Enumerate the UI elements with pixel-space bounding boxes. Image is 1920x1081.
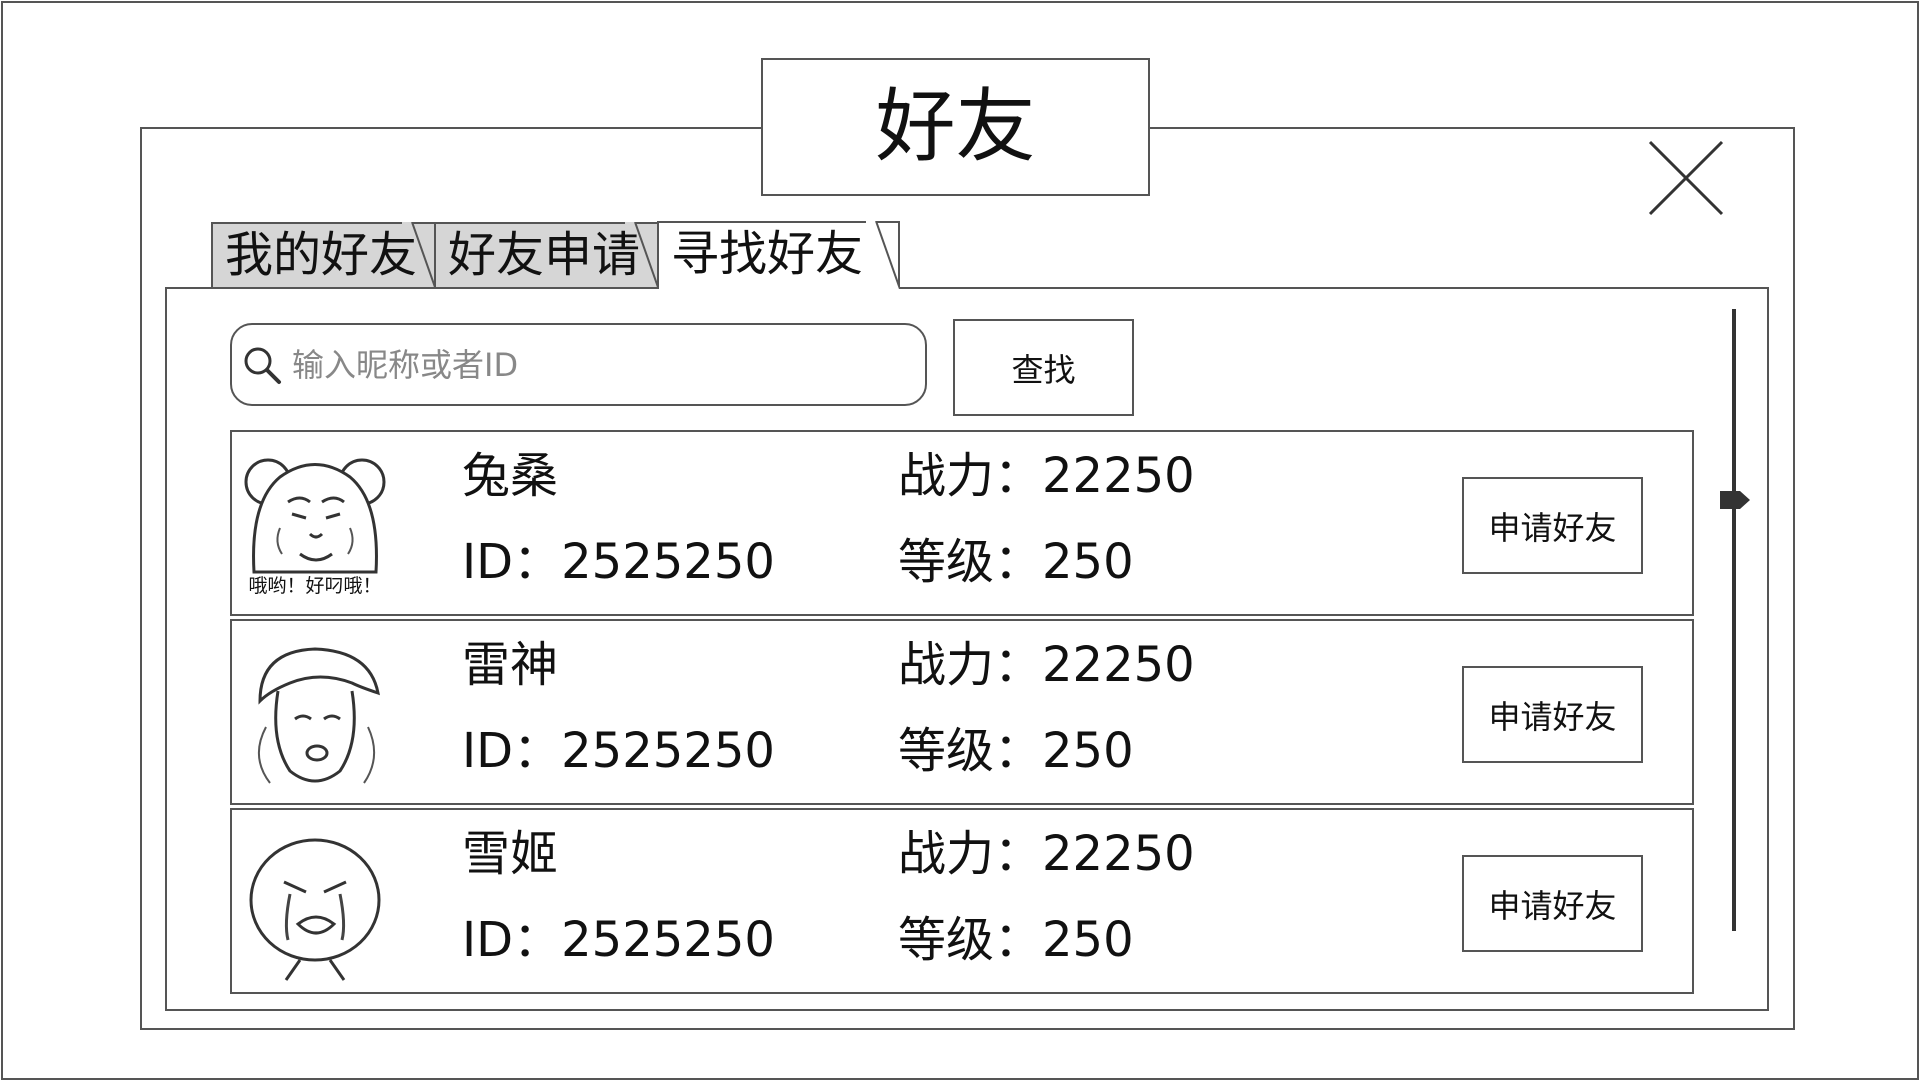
tab-label: 寻找好友 xyxy=(671,226,864,282)
tab-label: 我的好友 xyxy=(225,227,418,283)
find-button[interactable]: 查找 xyxy=(953,319,1134,416)
add-friend-button[interactable]: 申请好友 xyxy=(1462,477,1643,574)
player-id: ID：2525250 xyxy=(462,534,775,590)
player-name: 雷神 xyxy=(462,637,559,693)
tab-my-friends[interactable]: 我的好友 xyxy=(211,222,436,290)
close-icon[interactable] xyxy=(1648,140,1724,216)
player-power: 战力：22250 xyxy=(898,448,1195,504)
scrollbar-thumb[interactable] xyxy=(1720,489,1750,511)
player-id: ID：2525250 xyxy=(462,723,775,779)
list-item: 雷神 ID：2525250 战力：22250 等级：250 申请好友 xyxy=(230,619,1694,805)
avatar xyxy=(249,838,381,981)
player-power: 战力：22250 xyxy=(898,637,1195,693)
player-name: 兔桑 xyxy=(462,448,559,504)
dialog-title: 好友 xyxy=(761,58,1150,196)
player-level: 等级：250 xyxy=(898,723,1134,779)
tab-friend-requests[interactable]: 好友申请 xyxy=(434,222,659,290)
list-item: 哦哟！好叼哦！ 兔桑 ID：2525250 战力：22250 等级：250 申请… xyxy=(230,430,1694,616)
player-id: ID：2525250 xyxy=(462,912,775,968)
scrollbar-track[interactable] xyxy=(1732,309,1736,931)
tab-label: 好友申请 xyxy=(448,227,641,283)
tab-find-friends[interactable]: 寻找好友 xyxy=(657,221,900,289)
player-name: 雪姬 xyxy=(462,826,559,882)
avatar-caption: 哦哟！好叼哦！ xyxy=(248,575,382,597)
search-input[interactable] xyxy=(290,333,925,396)
add-friend-button[interactable]: 申请好友 xyxy=(1462,666,1643,763)
avatar xyxy=(258,647,380,784)
player-level: 等级：250 xyxy=(898,534,1134,590)
search-icon xyxy=(244,347,281,384)
player-level: 等级：250 xyxy=(898,912,1134,968)
search-box xyxy=(230,323,927,406)
list-item: 雪姬 ID：2525250 战力：22250 等级：250 申请好友 xyxy=(230,808,1694,994)
player-power: 战力：22250 xyxy=(898,826,1195,882)
add-friend-button[interactable]: 申请好友 xyxy=(1462,855,1643,952)
tab-corner xyxy=(866,221,900,289)
